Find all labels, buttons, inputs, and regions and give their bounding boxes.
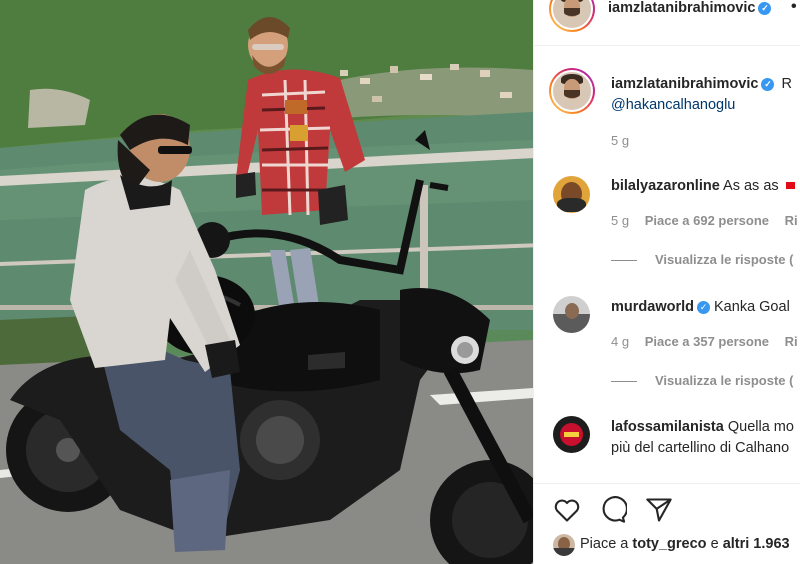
- comment-meta: 5 g Piace a 692 persone Ri: [611, 213, 798, 228]
- caption-time[interactable]: 5 g: [611, 133, 629, 148]
- comment-likes[interactable]: Piace a 692 persone: [645, 213, 769, 228]
- reply-button[interactable]: Ri: [785, 213, 798, 228]
- post-header: iamzlatanibrahimovic ✓ •: [534, 0, 800, 46]
- username-text[interactable]: iamzlatanibrahimovic: [608, 0, 755, 16]
- reply-button[interactable]: Ri: [785, 334, 798, 349]
- action-bar: Piace a toty_greco e altri 1.963: [534, 483, 800, 564]
- liked-by-text: Piace a toty_greco e altri 1.963: [580, 536, 790, 552]
- heart-icon[interactable]: [553, 496, 581, 524]
- comment-time[interactable]: 4 g: [611, 334, 629, 349]
- post-sidebar: iamzlatanibrahimovic ✓ • iamzlatanibrahim…: [533, 0, 800, 564]
- view-replies-button[interactable]: Visualizza le risposte (: [611, 373, 793, 388]
- comment-text: As as as: [723, 178, 779, 194]
- flag-icon: [785, 182, 795, 189]
- comment-username[interactable]: lafossamilanista: [611, 419, 724, 435]
- caption-mention-link[interactable]: @hakancalhanoglu: [611, 97, 735, 113]
- header-username[interactable]: iamzlatanibrahimovic ✓: [608, 0, 772, 16]
- comment-icon[interactable]: [599, 496, 627, 524]
- comment-avatar[interactable]: [553, 176, 590, 213]
- liked-by-joiner: e: [710, 536, 719, 552]
- caption-text: R: [781, 76, 792, 92]
- caption-username-text[interactable]: iamzlatanibrahimovic: [611, 76, 758, 92]
- comment-avatar[interactable]: [553, 416, 590, 453]
- view-replies-label: Visualizza le risposte (: [655, 373, 794, 388]
- caption-username[interactable]: iamzlatanibrahimovic ✓ R: [611, 76, 792, 92]
- view-replies-button[interactable]: Visualizza le risposte (: [611, 252, 793, 267]
- comment-text-line: più del cartellino di Calhano: [611, 440, 790, 456]
- liker-avatar[interactable]: [553, 534, 575, 556]
- comment-row: bilalyazaronline As as as: [611, 178, 795, 194]
- separator-dot: •: [791, 0, 797, 15]
- comment-text: Kanka Goal: [714, 299, 790, 315]
- comment-avatar[interactable]: [553, 296, 590, 333]
- comment-username[interactable]: murdaworld: [611, 299, 694, 315]
- verified-icon: ✓: [696, 301, 710, 314]
- post-photo[interactable]: [0, 0, 533, 564]
- comment-likes[interactable]: Piace a 357 persone: [645, 334, 769, 349]
- comment-meta: 4 g Piace a 357 persone Ri: [611, 334, 798, 349]
- comment-time[interactable]: 5 g: [611, 213, 629, 228]
- bike-photo: [0, 0, 533, 564]
- caption-avatar[interactable]: [549, 68, 595, 114]
- liked-by-prefix: Piace a: [580, 536, 629, 552]
- comment-username[interactable]: bilalyazaronline: [611, 178, 720, 194]
- liked-by-user[interactable]: toty_greco: [632, 536, 706, 552]
- comment-row: lafossamilanista Quella mo: [611, 419, 794, 435]
- view-replies-label: Visualizza le risposte (: [655, 252, 794, 267]
- replies-line: [611, 260, 637, 262]
- avatar[interactable]: [549, 0, 595, 32]
- verified-icon: ✓: [761, 78, 775, 91]
- liked-by-others[interactable]: altri 1.963: [723, 536, 790, 552]
- comment-text: Quella mo: [727, 419, 794, 435]
- verified-icon: ✓: [758, 2, 772, 15]
- paper-plane-icon[interactable]: [645, 496, 673, 524]
- comment-row: murdaworld ✓ Kanka Goal: [611, 299, 790, 315]
- replies-line: [611, 381, 637, 383]
